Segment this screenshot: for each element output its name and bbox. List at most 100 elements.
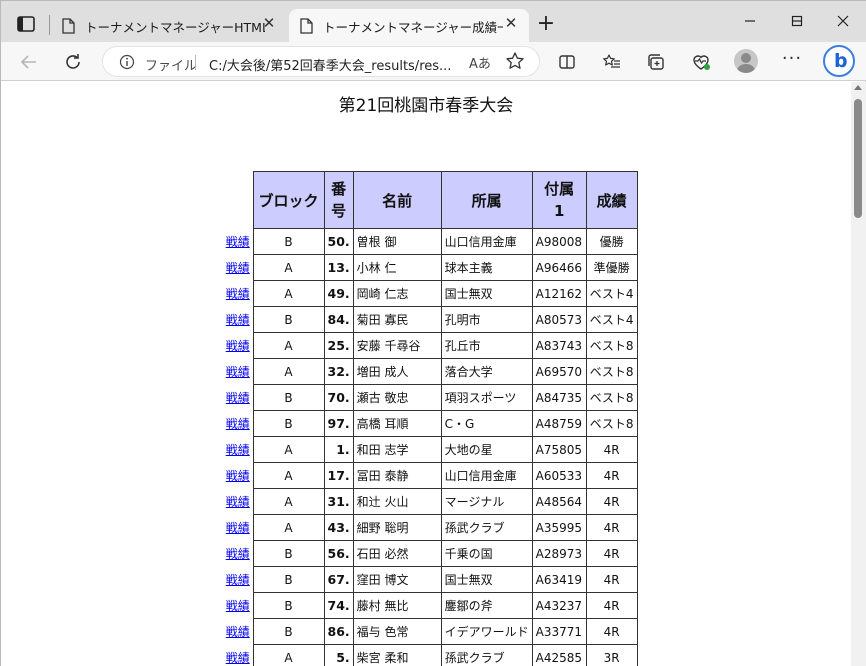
cell-result: 4R <box>585 540 638 567</box>
cell-result: 4R <box>585 462 638 489</box>
cell-number: 74. <box>323 592 354 619</box>
record-link[interactable]: 戦績 <box>226 651 250 665</box>
cell-number: 97. <box>323 410 354 437</box>
browser-essentials-button[interactable] <box>688 49 714 75</box>
header-number: 番号 <box>323 171 354 229</box>
record-link-cell: 戦績 <box>223 307 253 333</box>
cell-number: 49. <box>323 280 354 307</box>
cell-attached: A33771 <box>531 618 587 645</box>
cell-attached: A80573 <box>531 306 587 333</box>
tab-title: トーナメントマネージャー成績一覧 <box>323 20 503 35</box>
tab-actions-button[interactable] <box>13 13 39 37</box>
record-link[interactable]: 戦績 <box>226 417 250 431</box>
close-tab-icon[interactable]: ✕ <box>261 15 277 31</box>
table-row: 戦績 A 31. 和辻 火山 マージナル A48564 4R <box>223 488 638 515</box>
record-link[interactable]: 戦績 <box>226 235 250 249</box>
refresh-button[interactable] <box>60 49 86 75</box>
cell-block: A <box>252 514 325 541</box>
record-link[interactable]: 戦績 <box>226 261 250 275</box>
cell-result: 3R <box>585 644 638 666</box>
cell-result: 4R <box>585 514 638 541</box>
new-tab-button[interactable]: + <box>534 13 558 37</box>
scroll-up-arrow-icon[interactable] <box>854 85 862 90</box>
table-row: 戦績 A 32. 増田 成人 落合大学 A69570 ベスト8 <box>223 358 638 385</box>
cell-attached: A48564 <box>531 488 587 515</box>
cell-number: 86. <box>323 618 354 645</box>
tab-results-list[interactable]: トーナメントマネージャー成績一覧 ✕ <box>289 9 529 42</box>
split-screen-button[interactable] <box>554 49 580 75</box>
cell-name: 瀬古 敬忠 <box>352 384 442 411</box>
cell-attached: A98008 <box>531 228 587 255</box>
cell-result: 4R <box>585 566 638 593</box>
record-link[interactable]: 戦績 <box>226 547 250 561</box>
minimize-button-2[interactable] <box>737 9 763 33</box>
cell-name: 菊田 寡民 <box>352 306 442 333</box>
cell-attached: A63419 <box>531 566 587 593</box>
record-link[interactable]: 戦績 <box>226 391 250 405</box>
tab-html-file[interactable]: トーナメントマネージャーHTMLファイル ✕ <box>51 9 287 42</box>
favorites-button[interactable] <box>599 49 625 75</box>
cell-number: 56. <box>323 540 354 567</box>
cell-attached: A28973 <box>531 540 587 567</box>
record-link[interactable]: 戦績 <box>226 469 250 483</box>
record-link[interactable]: 戦績 <box>226 625 250 639</box>
record-link[interactable]: 戦績 <box>226 521 250 535</box>
scrollbar-thumb[interactable] <box>854 99 862 218</box>
info-icon[interactable] <box>119 54 135 70</box>
cell-block: B <box>252 306 325 333</box>
cell-org: C・G <box>440 410 533 437</box>
record-link[interactable]: 戦績 <box>226 495 250 509</box>
url-text[interactable]: C:/大会後/第52回春季大会_results/res... <box>209 55 457 74</box>
more-menu-icon[interactable]: ··· <box>780 49 804 73</box>
cell-number: 84. <box>323 306 354 333</box>
record-link-cell: 戦績 <box>223 489 253 515</box>
header-block: ブロック <box>252 171 325 229</box>
bing-copilot-button[interactable]: b <box>823 45 855 77</box>
table-row: 戦績 B 50. 曽根 御山口信用金庫 A98008 優勝 <box>223 228 638 255</box>
cell-attached: A35995 <box>531 514 587 541</box>
close-tab-icon[interactable]: ✕ <box>503 15 519 31</box>
vertical-scrollbar[interactable] <box>851 82 866 666</box>
cell-org: 山口信用金庫 <box>440 462 533 489</box>
profile-avatar[interactable] <box>734 49 758 73</box>
cell-name: 増田 成人 <box>352 358 442 385</box>
cell-number: 32. <box>323 358 354 385</box>
cell-attached: A43237 <box>531 592 587 619</box>
record-link[interactable]: 戦績 <box>226 339 250 353</box>
cell-name: 冨田 泰静 <box>352 462 442 489</box>
close-window-button[interactable] <box>830 9 856 33</box>
record-link[interactable]: 戦績 <box>226 287 250 301</box>
address-bar[interactable]: ファイル C:/大会後/第52回春季大会_results/res... Aあ <box>102 46 540 77</box>
cell-attached: A75805 <box>531 436 587 463</box>
table-row: 戦績 A 13. 小林 仁球本主義 A96466 準優勝 <box>223 254 638 281</box>
record-link-cell: 戦績 <box>223 411 253 437</box>
favorite-star-icon[interactable] <box>505 51 525 71</box>
cell-block: B <box>252 566 325 593</box>
bing-logo-icon: b <box>834 50 848 72</box>
header-org: 所属 <box>440 171 533 229</box>
back-button[interactable] <box>16 49 42 75</box>
maximize-button[interactable] <box>784 9 810 33</box>
cell-block: B <box>252 592 325 619</box>
record-link[interactable]: 戦績 <box>226 599 250 613</box>
collections-button[interactable] <box>643 49 669 75</box>
record-link[interactable]: 戦績 <box>226 313 250 327</box>
cell-org: 球本主義 <box>440 254 533 281</box>
page-icon <box>300 18 313 34</box>
read-aloud-icon[interactable]: Aあ <box>469 53 491 72</box>
results-body: 戦績 B 50. 曽根 御山口信用金庫 A98008 優勝 戦績 A 13. 小林 仁球本主義 A9… <box>223 228 638 666</box>
record-link[interactable]: 戦績 <box>226 365 250 379</box>
record-link-cell: 戦績 <box>223 255 253 281</box>
cell-block: B <box>252 410 325 437</box>
cell-number: 70. <box>323 384 354 411</box>
browser-window: トーナメントマネージャーHTMLファイル ✕ トーナメントマネージャー成績一覧 … <box>0 0 866 666</box>
header-attached-text: 付属1 <box>544 180 575 220</box>
tab-title: トーナメントマネージャーHTMLファイル <box>85 20 265 35</box>
table-row: 戦績 B 56. 石田 必然 千乗の国 A28973 4R <box>223 540 638 567</box>
record-link[interactable]: 戦績 <box>226 573 250 587</box>
cell-result: 4R <box>585 436 638 463</box>
record-link[interactable]: 戦績 <box>226 443 250 457</box>
cell-attached: A12162 <box>531 280 587 307</box>
cell-number: 5. <box>323 644 354 666</box>
avatar-body <box>737 64 755 73</box>
